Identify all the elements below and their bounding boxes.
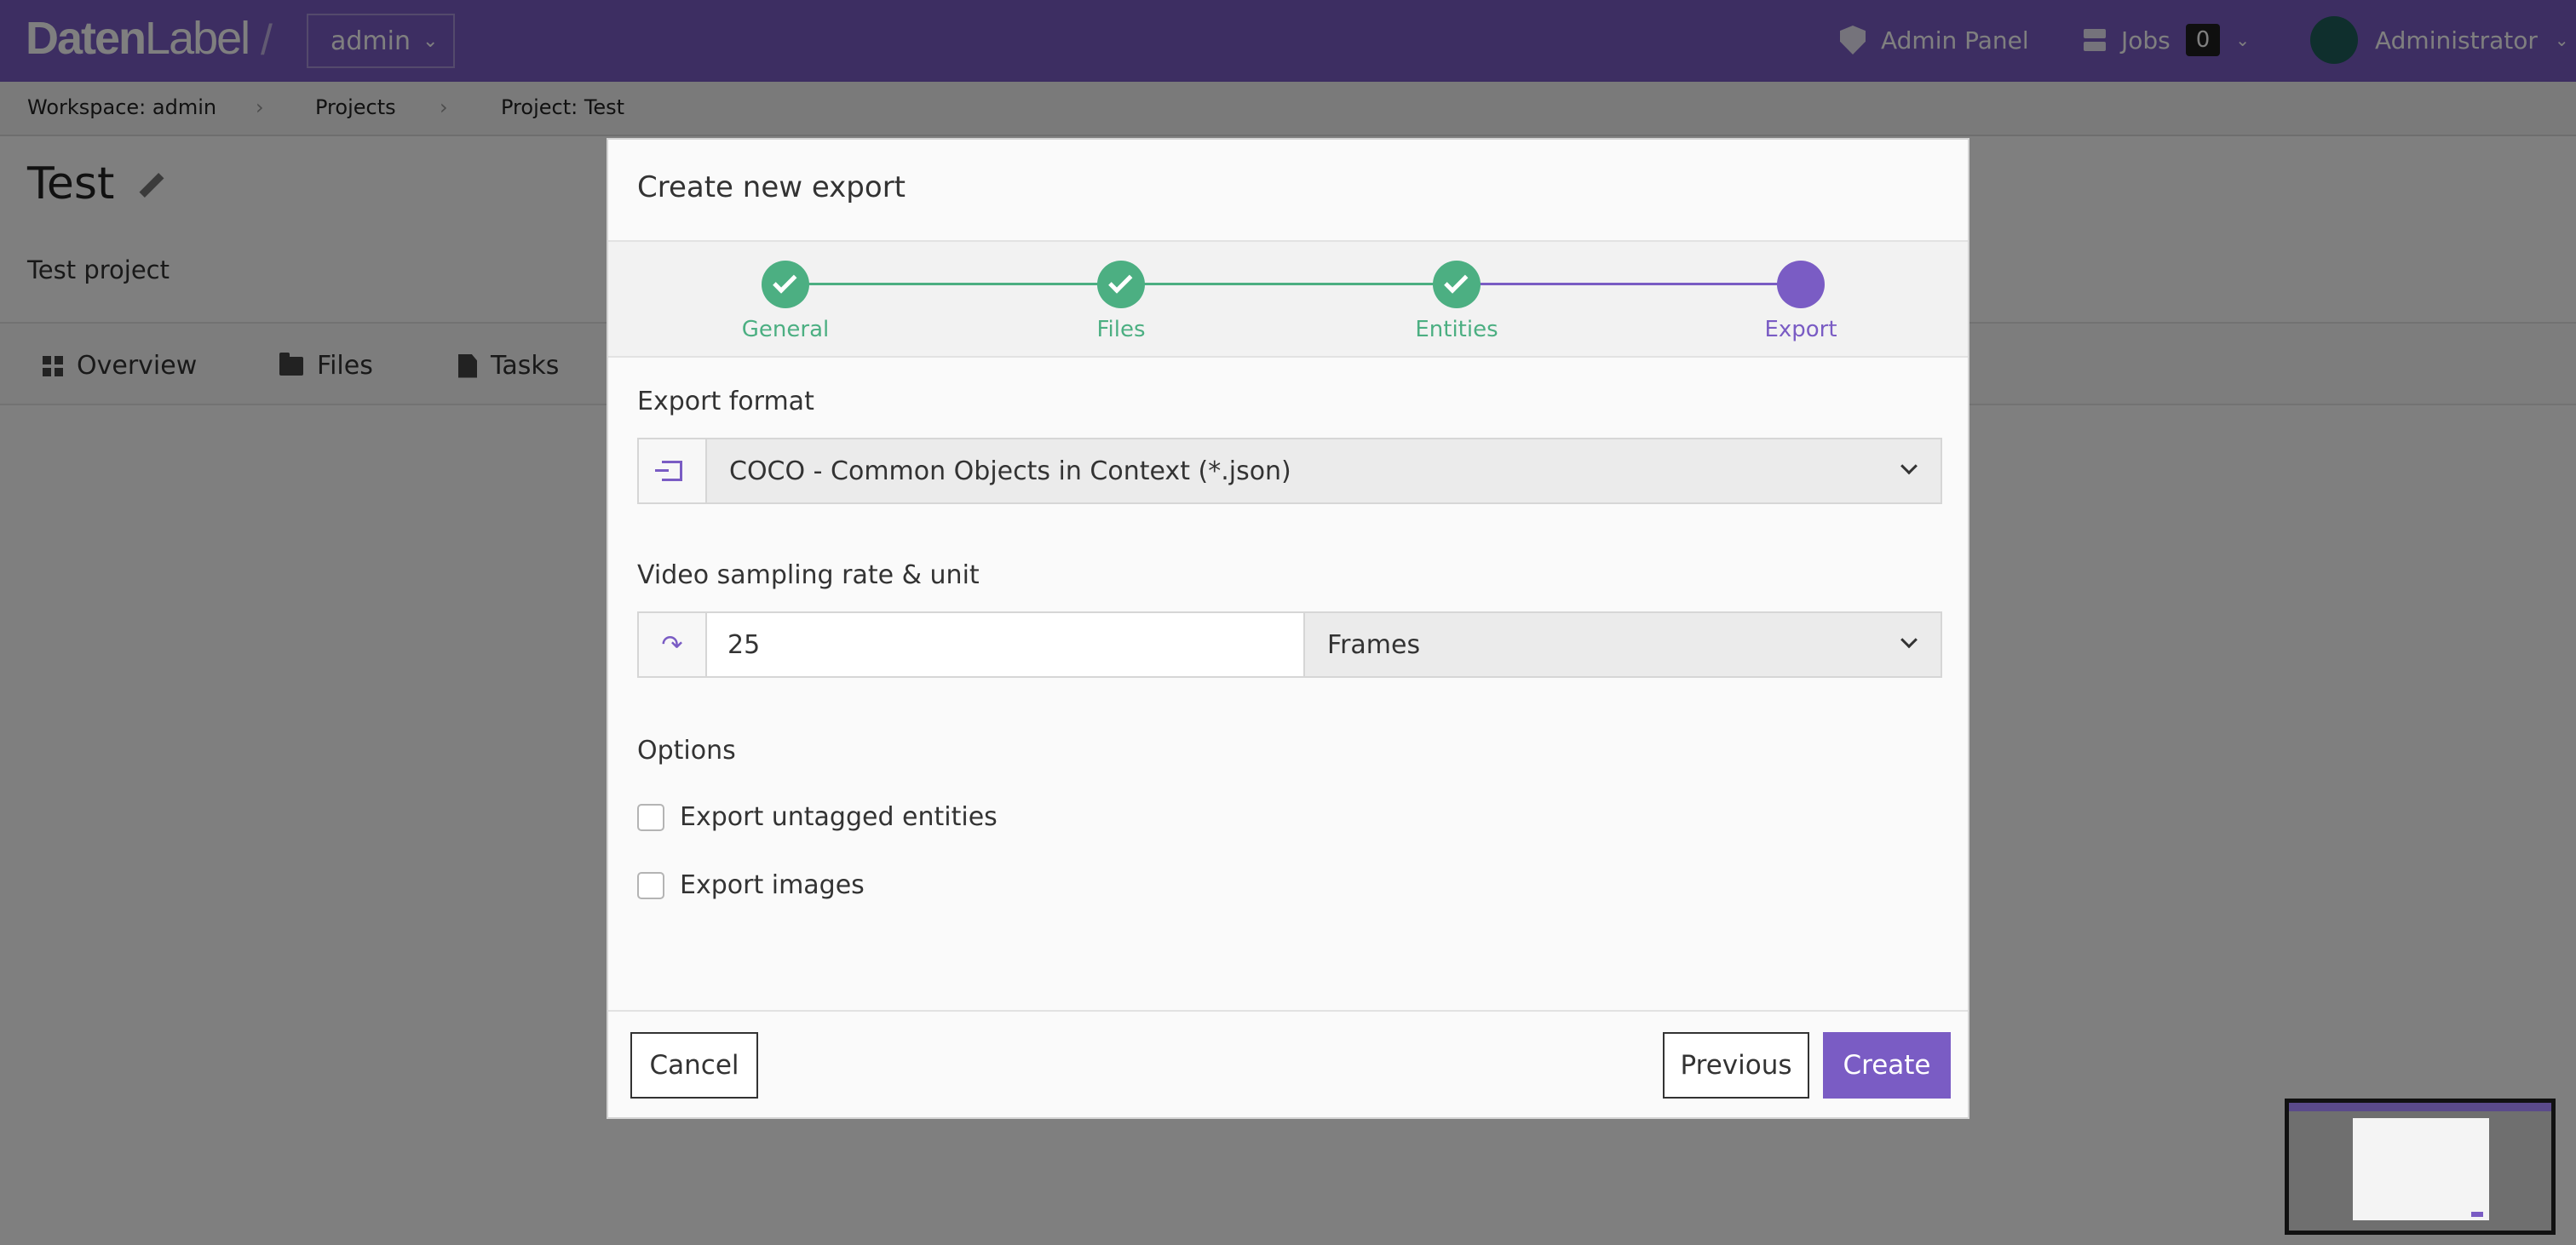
export-format-label: Export format (637, 387, 814, 416)
modal-footer: Cancel Previous Create (608, 1010, 1968, 1119)
step-label: Files (1096, 317, 1146, 342)
step-general[interactable]: General (675, 261, 896, 342)
export-format-field: COCO - Common Objects in Context (*.json… (637, 438, 1942, 504)
checkbox-label: Export images (680, 870, 865, 900)
step-export[interactable]: Export (1690, 261, 1912, 342)
sampling-field: ↷ 25 Frames (637, 611, 1942, 678)
step-files[interactable]: Files (1010, 261, 1232, 342)
sampling-rate-input[interactable]: 25 (707, 613, 1305, 676)
step-label: General (741, 317, 830, 342)
export-images-option[interactable]: Export images (637, 870, 865, 900)
cancel-button[interactable]: Cancel (630, 1032, 758, 1099)
chevron-down-icon (1900, 631, 1918, 649)
create-button[interactable]: Create (1823, 1032, 1951, 1099)
check-icon (762, 261, 809, 308)
sampling-unit-select[interactable]: Frames (1305, 613, 1941, 676)
checkbox-label: Export untagged entities (680, 802, 998, 832)
previous-button[interactable]: Previous (1663, 1032, 1809, 1099)
sampling-label: Video sampling rate & unit (637, 560, 980, 590)
active-step-dot (1777, 261, 1825, 308)
export-stepper: General Files Entities Export (608, 242, 1968, 358)
step-label: Entities (1415, 317, 1498, 342)
export-images-checkbox[interactable] (637, 871, 664, 899)
modal-title: Create new export (637, 170, 906, 204)
step-label: Export (1764, 317, 1837, 342)
export-format-value: COCO - Common Objects in Context (*.json… (729, 456, 1291, 486)
step-entities[interactable]: Entities (1346, 261, 1567, 342)
screen-preview-thumbnail[interactable] (2285, 1099, 2556, 1235)
create-export-modal: Create new export General Files Entities… (607, 138, 1969, 1119)
export-untagged-checkbox[interactable] (637, 803, 664, 831)
modal-header: Create new export (608, 140, 1968, 242)
export-untagged-option[interactable]: Export untagged entities (637, 802, 998, 832)
options-label: Options (637, 736, 736, 766)
chevron-down-icon (1900, 457, 1918, 475)
redo-icon: ↷ (639, 613, 707, 676)
check-icon (1097, 261, 1145, 308)
sampling-unit-value: Frames (1327, 629, 1421, 660)
check-icon (1433, 261, 1481, 308)
export-format-select[interactable]: COCO - Common Objects in Context (*.json… (707, 439, 1941, 502)
sign-in-icon (639, 439, 707, 502)
